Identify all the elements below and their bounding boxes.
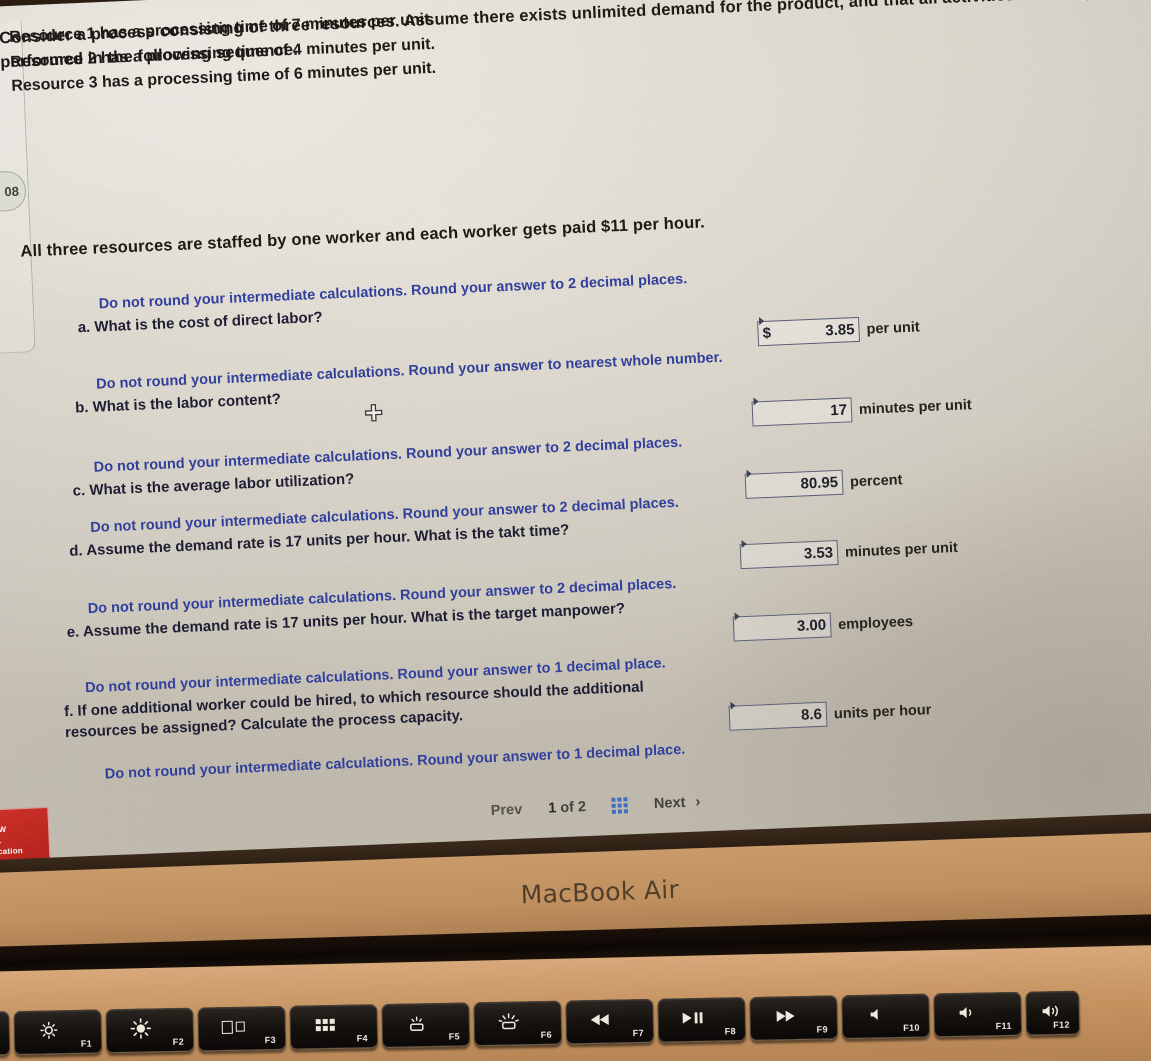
trailing-instruction: Do not round your intermediate calculati… bbox=[104, 741, 686, 783]
answer-row-a: $ 3.85 per unit bbox=[757, 314, 920, 347]
answer-unit-c: percent bbox=[849, 471, 903, 490]
answer-value-a: 3.85 bbox=[824, 321, 855, 340]
key-f7[interactable]: F7 bbox=[565, 998, 655, 1045]
key-f2[interactable]: F2 bbox=[105, 1007, 195, 1054]
key-label-f1: F1 bbox=[80, 1038, 93, 1049]
page-indicator: 1 of 2 bbox=[548, 799, 587, 817]
key-f11[interactable]: F11 bbox=[933, 991, 1023, 1038]
key-label-f12: F12 bbox=[1053, 1019, 1070, 1031]
fast-forward-icon bbox=[771, 1005, 797, 1027]
page-of: of bbox=[559, 799, 575, 816]
question-block-c: Do not round your intermediate calculati… bbox=[71, 429, 772, 502]
page-current: 1 bbox=[547, 799, 557, 817]
question-b-body: What is the labor content? bbox=[92, 390, 282, 416]
answer-input-a[interactable]: $ 3.85 bbox=[757, 316, 861, 347]
key-f3[interactable]: F3 bbox=[197, 1005, 287, 1052]
next-button[interactable]: Next bbox=[654, 794, 686, 811]
key-f9[interactable]: F9 bbox=[749, 995, 839, 1041]
brightness-up-icon bbox=[128, 1017, 154, 1039]
mission-control-icon bbox=[218, 1015, 248, 1038]
key-label-f2: F2 bbox=[172, 1036, 185, 1047]
field-caret-icon bbox=[730, 701, 736, 710]
laptop-photo: Help 08 C OW 11 ucation Consider a proce… bbox=[0, 0, 1151, 1061]
field-caret-icon bbox=[746, 469, 752, 478]
question-b-letter: b. bbox=[74, 398, 89, 417]
key-f6[interactable]: F6 bbox=[473, 1000, 563, 1047]
answer-row-b: 17 minutes per unit bbox=[751, 392, 973, 427]
question-c-letter: c. bbox=[72, 482, 86, 500]
question-a-letter: a. bbox=[77, 318, 91, 337]
question-block-b: Do not round your intermediate calculati… bbox=[74, 344, 805, 418]
answer-unit-e: employees bbox=[837, 613, 914, 633]
answer-value-c: 80.95 bbox=[800, 473, 839, 493]
key-f12[interactable]: F12 bbox=[1025, 990, 1081, 1036]
question-block-a: Do not round your intermediate calculati… bbox=[76, 265, 777, 338]
volume-down-icon bbox=[955, 1001, 981, 1023]
question-e-letter: e. bbox=[66, 623, 80, 642]
key-label-f3: F3 bbox=[264, 1034, 277, 1046]
answer-unit-b: minutes per unit bbox=[858, 396, 972, 418]
key-label-f7: F7 bbox=[632, 1027, 645, 1039]
key-f4[interactable]: F4 bbox=[289, 1003, 379, 1050]
key-f5[interactable]: F5 bbox=[381, 1002, 471, 1048]
answer-row-c: 80.95 percent bbox=[744, 467, 903, 499]
play-pause-icon bbox=[679, 1007, 705, 1029]
prev-button[interactable]: Prev bbox=[490, 801, 522, 818]
chevron-right-icon[interactable]: › bbox=[695, 793, 701, 810]
answer-value-e: 3.00 bbox=[796, 616, 827, 635]
answer-row-e: 3.00 employees bbox=[732, 609, 914, 642]
field-caret-icon bbox=[753, 397, 759, 406]
crosshair-cursor-icon bbox=[361, 402, 386, 427]
answer-input-e[interactable]: 3.00 bbox=[732, 612, 832, 642]
macbook-air-brand-label: MacBook Air bbox=[520, 874, 680, 909]
key-f1[interactable]: F1 bbox=[13, 1009, 103, 1055]
key-label-f11: F11 bbox=[995, 1020, 1012, 1032]
question-block-f: Do not round your intermediate calculati… bbox=[63, 653, 685, 743]
answer-input-d[interactable]: 3.53 bbox=[739, 539, 839, 570]
key-label-f8: F8 bbox=[724, 1026, 737, 1037]
key-esc-partial[interactable] bbox=[0, 1011, 11, 1057]
key-label-f9: F9 bbox=[816, 1024, 829, 1035]
laptop-screen: Help 08 C OW 11 ucation Consider a proce… bbox=[0, 0, 1151, 888]
brightness-down-icon bbox=[36, 1019, 62, 1041]
key-label-f6: F6 bbox=[540, 1029, 553, 1040]
launchpad-icon bbox=[313, 1014, 337, 1036]
answer-row-d: 3.53 minutes per unit bbox=[739, 535, 959, 570]
textbook-line-4: ucation bbox=[0, 846, 24, 857]
answer-value-f: 8.6 bbox=[800, 705, 823, 724]
answer-unit-f: units per hour bbox=[833, 701, 932, 722]
staffing-note: All three resources are staffed by one w… bbox=[20, 213, 706, 261]
answer-unit-a: per unit bbox=[866, 318, 920, 338]
answer-input-f[interactable]: 8.6 bbox=[728, 701, 828, 731]
pagination-bar: Prev 1 of 2 Next › bbox=[490, 793, 700, 819]
answer-unit-d: minutes per unit bbox=[844, 539, 959, 561]
key-f8[interactable]: F8 bbox=[657, 996, 747, 1043]
key-label-f5: F5 bbox=[448, 1031, 461, 1042]
question-d-letter: d. bbox=[68, 542, 83, 560]
grid-view-icon[interactable] bbox=[611, 796, 629, 814]
keyboard-backlight-down-icon bbox=[404, 1012, 430, 1034]
answer-value-b: 17 bbox=[829, 401, 848, 420]
page-total: 2 bbox=[577, 798, 587, 815]
key-label-f10: F10 bbox=[903, 1022, 921, 1033]
answer-value-d: 3.53 bbox=[803, 544, 834, 563]
currency-prefix: $ bbox=[762, 324, 772, 343]
answer-input-b[interactable]: 17 bbox=[751, 397, 853, 427]
field-caret-icon bbox=[734, 612, 740, 621]
answer-row-f: 8.6 units per hour bbox=[728, 697, 932, 731]
key-label-f4: F4 bbox=[356, 1033, 369, 1044]
keyboard-backlight-up-icon bbox=[496, 1010, 522, 1032]
question-f-letter: f. bbox=[63, 702, 74, 721]
field-caret-icon bbox=[758, 316, 765, 326]
field-caret-icon bbox=[741, 539, 747, 549]
question-block-e: Do not round your intermediate calculati… bbox=[65, 570, 766, 643]
homework-page: Help 08 C OW 11 ucation Consider a proce… bbox=[0, 0, 1151, 868]
resource-list: Resource 1 has a processing time of 7 mi… bbox=[0, 0, 629, 100]
rewind-icon bbox=[588, 1008, 614, 1030]
question-block-d: Do not round your intermediate calculati… bbox=[68, 489, 769, 562]
key-f10[interactable]: F10 bbox=[841, 993, 931, 1040]
mute-icon bbox=[863, 1003, 889, 1025]
